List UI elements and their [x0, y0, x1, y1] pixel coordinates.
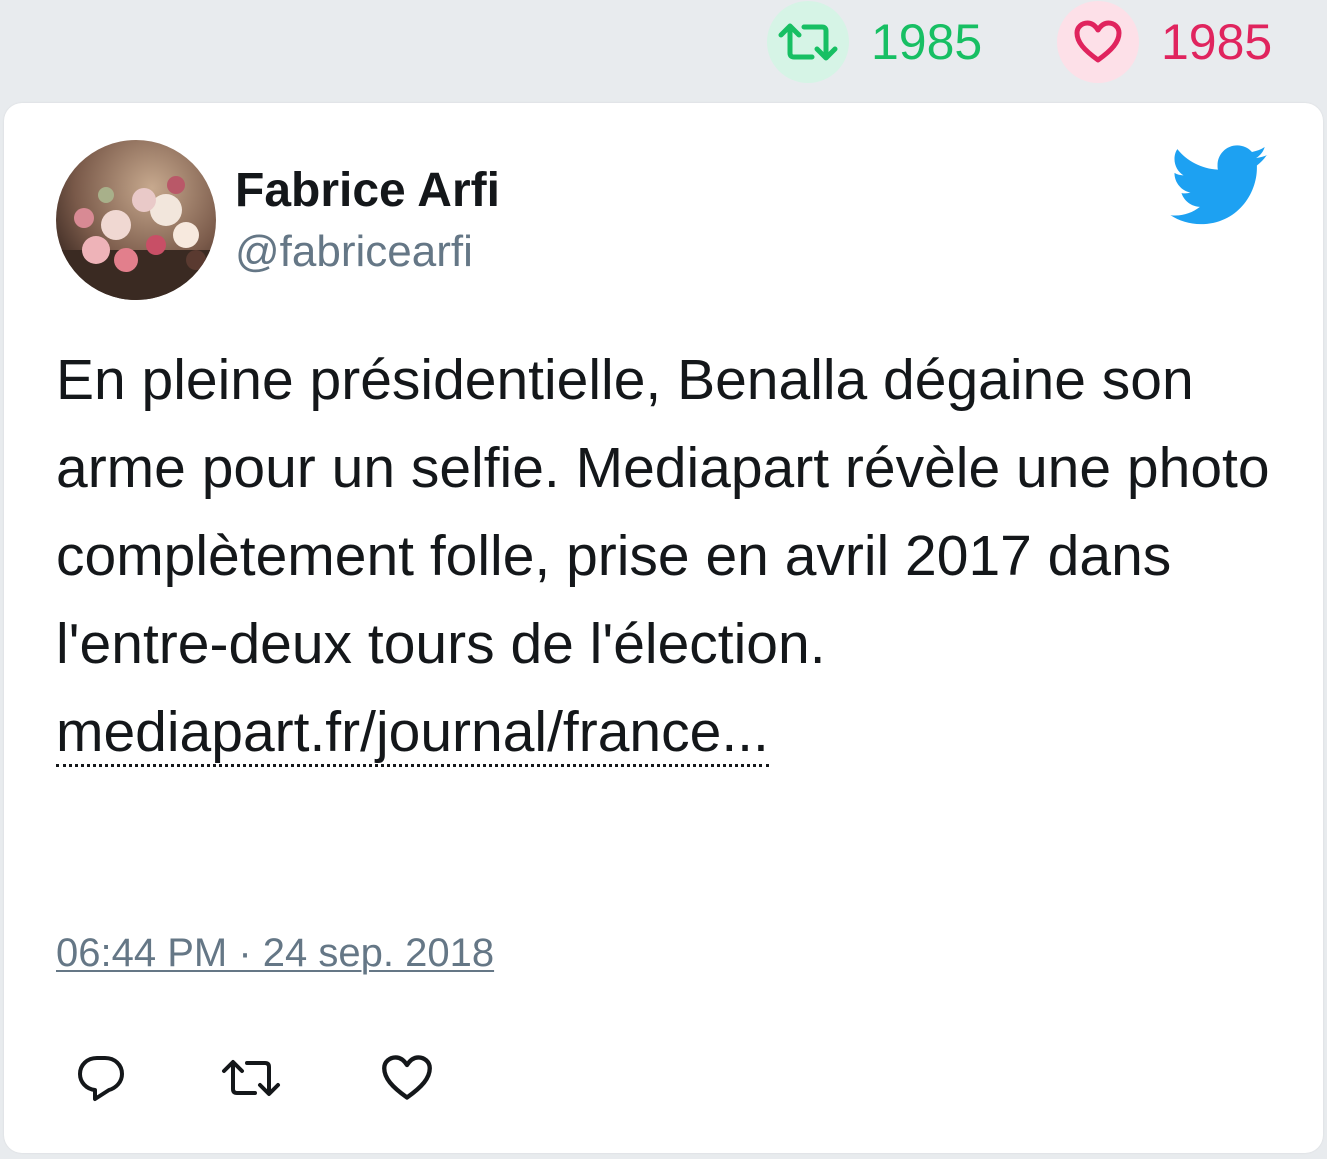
- tweet-card: Fabrice Arfi @fabricearfi En pleine prés…: [4, 103, 1323, 1153]
- twitter-bird-icon[interactable]: [1170, 145, 1270, 227]
- like-stat-circle[interactable]: [1057, 1, 1139, 83]
- author-name[interactable]: Fabrice Arfi: [235, 167, 500, 215]
- avatar[interactable]: [56, 140, 216, 300]
- author-handle[interactable]: @fabricearfi: [235, 230, 473, 274]
- tweet-text: En pleine présidentielle, Benalla dégain…: [56, 336, 1276, 776]
- like-button[interactable]: [376, 1047, 438, 1109]
- retweet-stat[interactable]: 1985: [767, 0, 982, 84]
- reply-button[interactable]: [70, 1047, 132, 1109]
- avatar-image: [56, 140, 216, 300]
- retweet-icon: [778, 23, 838, 61]
- like-count: 1985: [1161, 14, 1273, 70]
- retweet-count: 1985: [871, 14, 983, 70]
- tweet-link[interactable]: mediapart.fr/journal/france...: [56, 700, 769, 767]
- retweet-icon: [222, 1060, 280, 1096]
- tweet-body: En pleine présidentielle, Benalla dégain…: [56, 348, 1270, 676]
- retweet-stat-circle[interactable]: [767, 1, 849, 83]
- retweet-button[interactable]: [220, 1047, 282, 1109]
- heart-icon: [382, 1055, 432, 1100]
- reply-icon: [78, 1056, 124, 1101]
- tweet-timestamp[interactable]: 06:44 PM · 24 sep. 2018: [56, 933, 494, 973]
- engagement-bar: 1985 1985: [0, 0, 1327, 100]
- heart-icon: [1074, 20, 1122, 63]
- like-stat[interactable]: 1985: [1057, 0, 1272, 84]
